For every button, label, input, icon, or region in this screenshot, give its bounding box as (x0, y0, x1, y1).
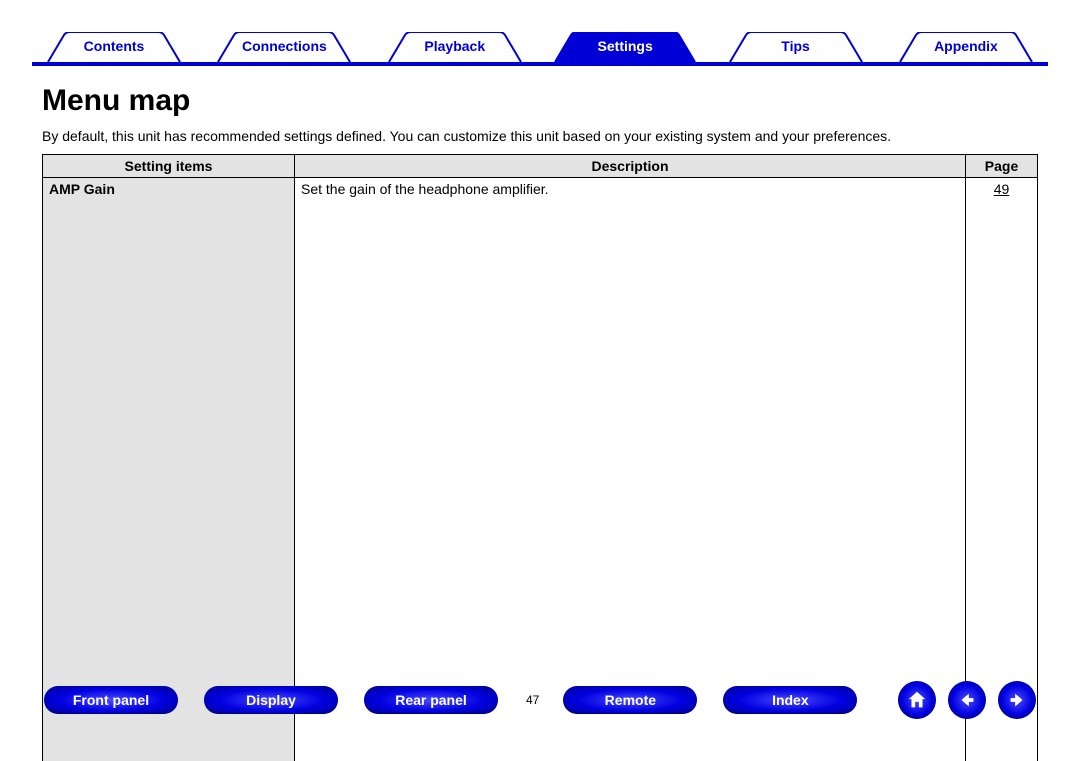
cell-item: AMP Gain (43, 178, 295, 761)
tab-settings[interactable]: Settings (545, 32, 705, 62)
page-number: 47 (526, 693, 539, 707)
page-title: Menu map (42, 84, 1038, 118)
th-setting-items: Setting items (43, 155, 295, 178)
rear-panel-button[interactable]: Rear panel (364, 686, 498, 714)
arrow-left-icon (956, 689, 978, 711)
cell-desc: Set the gain of the headphone amplifier. (295, 178, 966, 761)
bottom-bar: Front panel Display Rear panel 47 Remote… (44, 683, 1036, 717)
home-button[interactable] (898, 681, 936, 719)
settings-table: Setting items Description Page AMP Gain … (42, 154, 1038, 761)
th-page: Page (966, 155, 1038, 178)
home-icon (906, 689, 928, 711)
prev-page-button[interactable] (948, 681, 986, 719)
th-description: Description (295, 155, 966, 178)
top-nav: Contents Connections Playback Settings T (32, 28, 1048, 66)
tab-connections[interactable]: Connections (204, 32, 364, 62)
display-button[interactable]: Display (204, 686, 338, 714)
tab-contents[interactable]: Contents (34, 32, 194, 62)
table-header-row: Setting items Description Page (43, 155, 1038, 178)
table-row: AMP Gain Set the gain of the headphone a… (43, 178, 1038, 761)
cell-page-link[interactable]: 49 (966, 178, 1038, 761)
intro-text: By default, this unit has recommended se… (42, 128, 1038, 144)
arrow-right-icon (1006, 689, 1028, 711)
tab-tips[interactable]: Tips (716, 32, 876, 62)
remote-button[interactable]: Remote (563, 686, 697, 714)
front-panel-button[interactable]: Front panel (44, 686, 178, 714)
index-button[interactable]: Index (723, 686, 857, 714)
content-area: Menu map By default, this unit has recom… (42, 84, 1038, 761)
tab-appendix[interactable]: Appendix (886, 32, 1046, 62)
tab-playback[interactable]: Playback (375, 32, 535, 62)
next-page-button[interactable] (998, 681, 1036, 719)
